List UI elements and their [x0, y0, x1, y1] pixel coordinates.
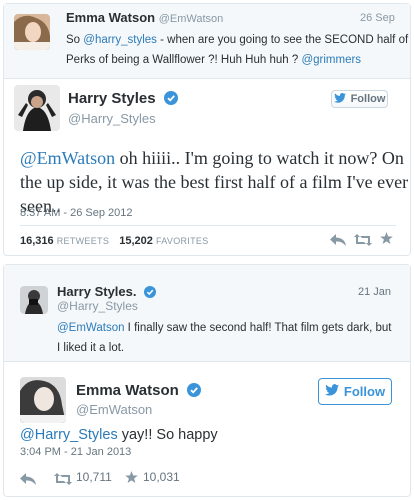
retweets-label[interactable]: RETWEETS — [57, 236, 109, 246]
bird-icon — [324, 384, 339, 399]
favorites-label[interactable]: FAVORITES — [156, 236, 209, 246]
divider — [20, 225, 396, 226]
avatar[interactable] — [14, 85, 60, 131]
avatar[interactable] — [20, 377, 66, 423]
follow-button[interactable]: Follow — [318, 378, 392, 405]
star-icon[interactable] — [125, 471, 138, 489]
mention-link[interactable]: @EmWatson — [57, 322, 124, 334]
tweet-header: Emma Watson — [76, 382, 201, 401]
avatar[interactable] — [20, 286, 48, 314]
verified-badge-icon — [163, 91, 178, 109]
bird-icon — [333, 92, 346, 106]
mention-link[interactable]: @grimmers — [301, 54, 361, 66]
verified-badge-icon — [144, 286, 157, 301]
tweet-timestamp[interactable]: 8:37 AM - 26 Sep 2012 — [20, 207, 133, 219]
text-segment: the up side, it was the best first half … — [20, 172, 409, 192]
mention-link[interactable]: @Harry_Styles — [20, 427, 118, 443]
retweets-count[interactable]: 16,316 — [20, 235, 54, 247]
divider — [4, 78, 410, 79]
text-segment: - when are you going to see the SECOND h… — [156, 34, 409, 46]
tweet-timestamp[interactable]: 3:04 PM - 21 Jan 2013 — [20, 446, 131, 458]
verified-badge-icon — [186, 383, 201, 401]
tweet-date[interactable]: 26 Sep — [360, 12, 395, 24]
user-name[interactable]: Emma Watson — [76, 382, 179, 399]
reply-icon[interactable] — [330, 233, 346, 251]
favorite-icon[interactable] — [380, 232, 393, 250]
tweet-text: @Harry_Styles yay!! So happy — [20, 426, 218, 444]
favorites-count[interactable]: 15,202 — [119, 235, 153, 247]
user-handle[interactable]: @Harry_Styles — [57, 299, 138, 313]
text-segment: yay!! So happy — [117, 427, 218, 443]
user-handle[interactable]: @EmWatson — [76, 402, 152, 417]
tweet-text: @EmWatson I finally saw the second half!… — [57, 318, 391, 358]
text-segment: Perks of being a Wallflower ?! Huh Huh h… — [66, 54, 302, 66]
retweets-count[interactable]: 10,711 — [76, 470, 112, 484]
text-segment: I liked it a lot. — [57, 342, 125, 354]
text-segment: I finally saw the second half! That film… — [124, 322, 392, 334]
text-segment: oh hiiii.. I'm going to watch it now? On — [115, 148, 404, 168]
divider — [4, 361, 410, 362]
retweet-icon[interactable] — [54, 472, 72, 490]
favorites-count[interactable]: 10,031 — [143, 470, 180, 484]
tweet-stats: 16,316 RETWEETS 15,202 FAVORITES — [20, 235, 209, 247]
tweet-header: Emma Watson @EmWatson — [66, 10, 223, 25]
user-name[interactable]: Harry Styles. — [57, 284, 137, 299]
follow-button[interactable]: Follow — [331, 90, 388, 108]
tweet-date[interactable]: 21 Jan — [358, 286, 391, 298]
follow-label: Follow — [350, 93, 386, 105]
mention-link[interactable]: @harry_styles — [83, 34, 157, 46]
text-segment: So — [66, 34, 84, 46]
user-name[interactable]: Harry Styles — [68, 90, 156, 107]
tweet-header: Harry Styles — [68, 90, 178, 109]
user-handle[interactable]: @Harry_Styles — [68, 111, 156, 126]
user-name[interactable]: Emma Watson — [66, 10, 155, 25]
avatar[interactable] — [14, 14, 50, 50]
tweet-text: So @harry_styles - when are you going to… — [66, 30, 408, 70]
reply-icon[interactable] — [20, 472, 36, 490]
retweet-icon[interactable] — [354, 233, 372, 251]
follow-label: Follow — [343, 384, 386, 399]
user-handle[interactable]: @EmWatson — [159, 13, 224, 25]
mention-link[interactable]: @EmWatson — [20, 148, 115, 168]
